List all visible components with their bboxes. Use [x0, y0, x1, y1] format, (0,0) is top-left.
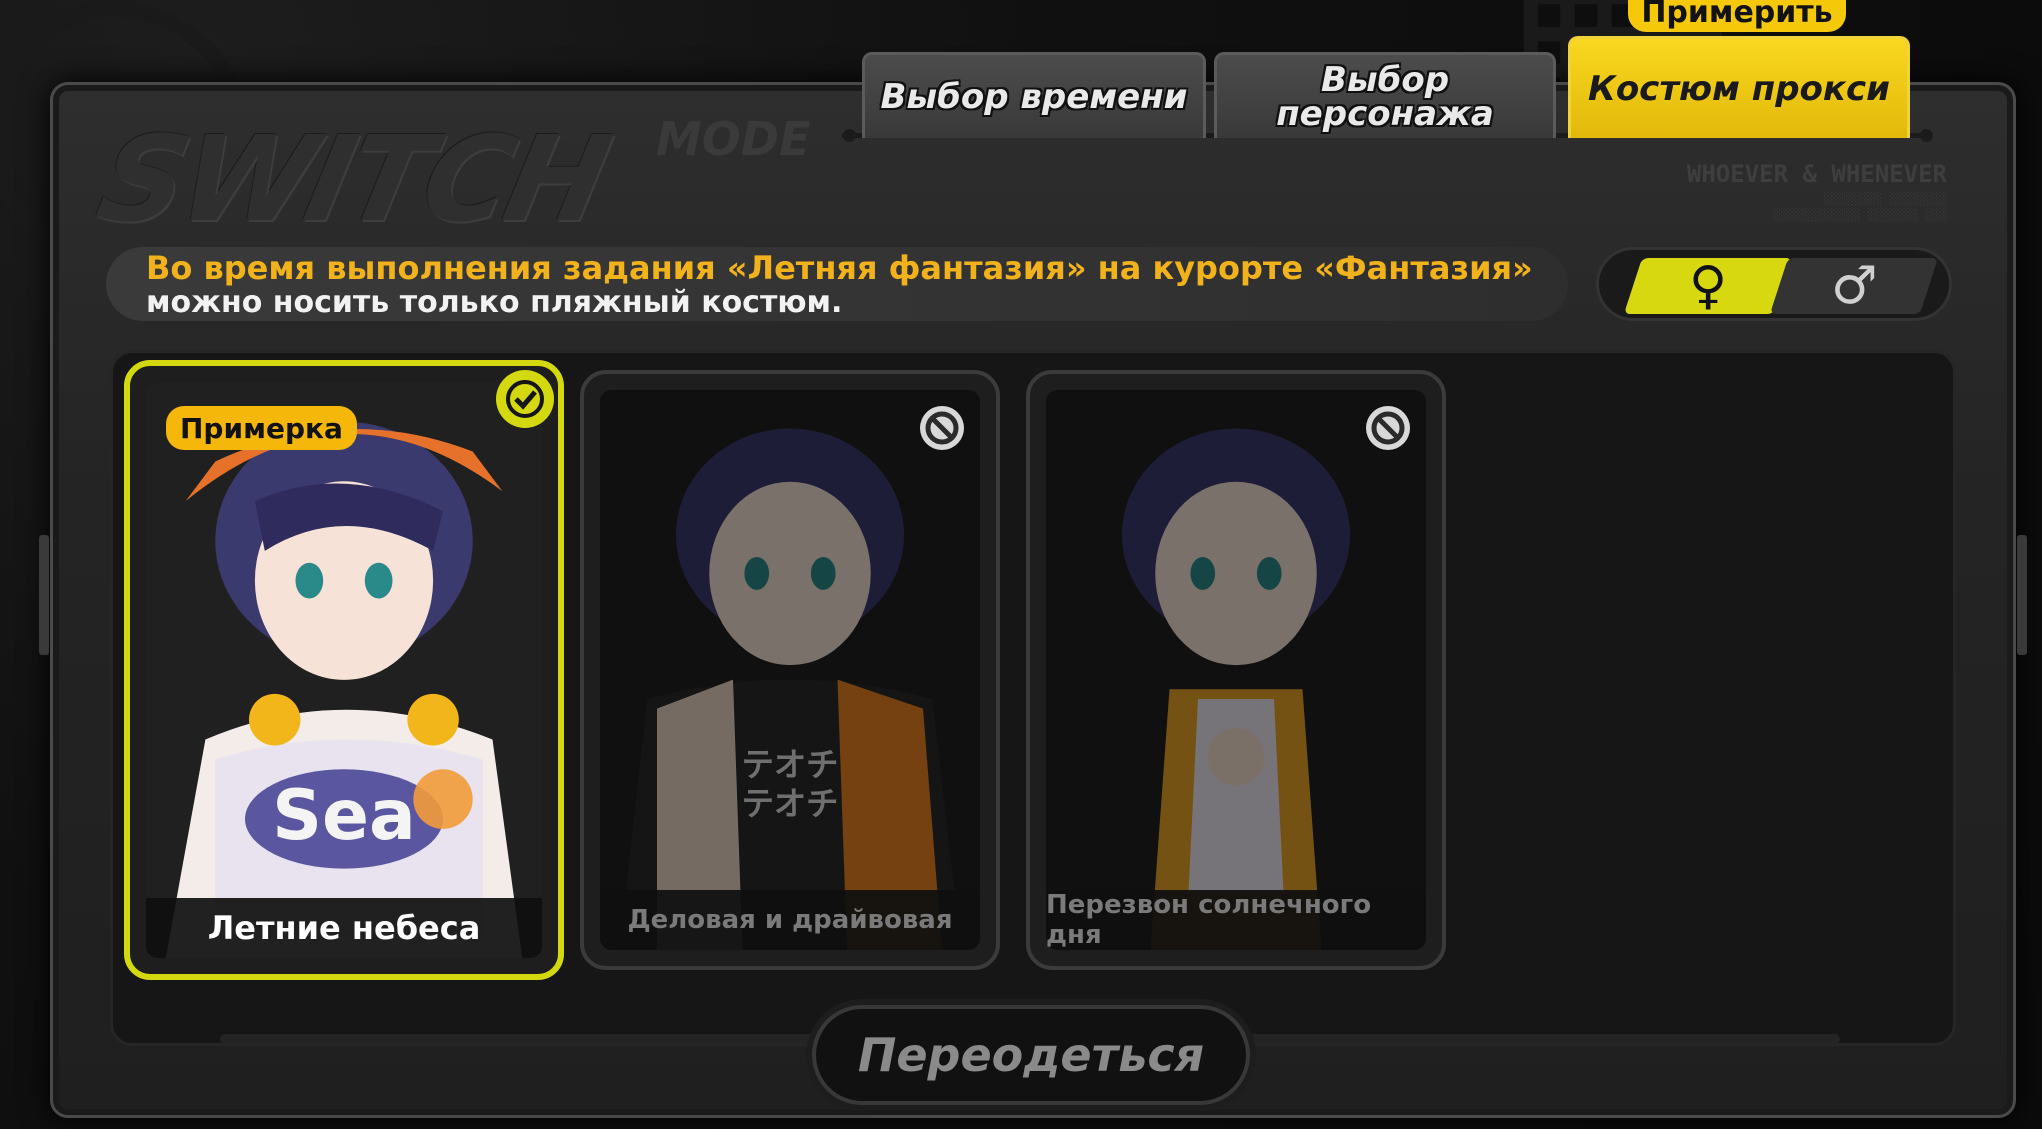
switch-logo: SWITCH [87, 110, 618, 248]
brand-tagline-main: WHOEVER & WHENEVER [1686, 160, 1947, 188]
outfit-card-business-driving[interactable]: テオチ テオチ Деловая и драйвовая [580, 370, 1000, 970]
tab-proxy-outfit-label: Костюм прокси [1588, 68, 1890, 109]
try-on-tag: Примерка [166, 406, 357, 450]
female-icon: ♀ [1688, 256, 1728, 316]
gender-toggle[interactable]: ♀ ♂ [1596, 247, 1952, 321]
notice-line-1: Во время выполнения задания «Летняя фант… [146, 249, 1533, 287]
male-button[interactable]: ♂ [1769, 256, 1939, 316]
brand-tagline-sub2: ░░░░░░░░░░░░ ░░░░░░░ ░░░ [1773, 208, 1947, 222]
panel-side-handle [2017, 535, 2027, 655]
svg-text:テオチ: テオチ [742, 746, 839, 784]
outfit-name: Деловая и драйвовая [600, 890, 980, 950]
brand-tagline-sub: ░░░░░░░░ ░░░░░░░░ [1824, 192, 1947, 206]
try-on-badge: Примерить [1628, 0, 1846, 32]
outfit-card-sunny-day-chime[interactable]: Перезвон солнечного дня [1026, 370, 1446, 970]
tab-line-dot [843, 129, 856, 142]
tab-character-select[interactable]: Выбор персонажа [1214, 52, 1556, 138]
male-icon: ♂ [1830, 256, 1878, 316]
svg-text:テオチ: テオチ [742, 785, 839, 823]
outfit-portrait: テオチ テオチ [600, 390, 980, 950]
outfit-name: Перезвон солнечного дня [1046, 890, 1426, 950]
logo-mode-label: MODE [656, 112, 811, 166]
unavailable-icon [1364, 404, 1412, 452]
outfit-portrait: Sea [146, 382, 542, 958]
outfit-card-summer-skies[interactable]: Sea Примерка Летние небеса [124, 360, 564, 980]
brand-tagline: WHOEVER & WHENEVER ░░░░░░░░ ░░░░░░░░ ░░░… [1687, 160, 1947, 222]
unavailable-icon [918, 404, 966, 452]
check-icon [496, 370, 554, 428]
outfit-name: Летние небеса [146, 898, 542, 958]
svg-text:Sea: Sea [272, 776, 416, 856]
panel-side-handle [39, 535, 49, 655]
tab-time-select[interactable]: Выбор времени [862, 52, 1206, 138]
tab-character-select-label: Выбор персонажа [1276, 59, 1494, 134]
notice-line-2: можно носить только пляжный костюм. [146, 285, 843, 320]
event-notice: Во время выполнения задания «Летняя фант… [106, 247, 1568, 321]
outfit-portrait [1046, 390, 1426, 950]
change-outfit-button[interactable]: Переодеться [812, 1005, 1250, 1105]
tab-proxy-outfit[interactable]: Костюм прокси [1568, 36, 1910, 138]
female-button[interactable]: ♀ [1623, 256, 1793, 316]
tab-time-select-label: Выбор времени [880, 76, 1188, 117]
tab-line-dot [1920, 129, 1933, 142]
